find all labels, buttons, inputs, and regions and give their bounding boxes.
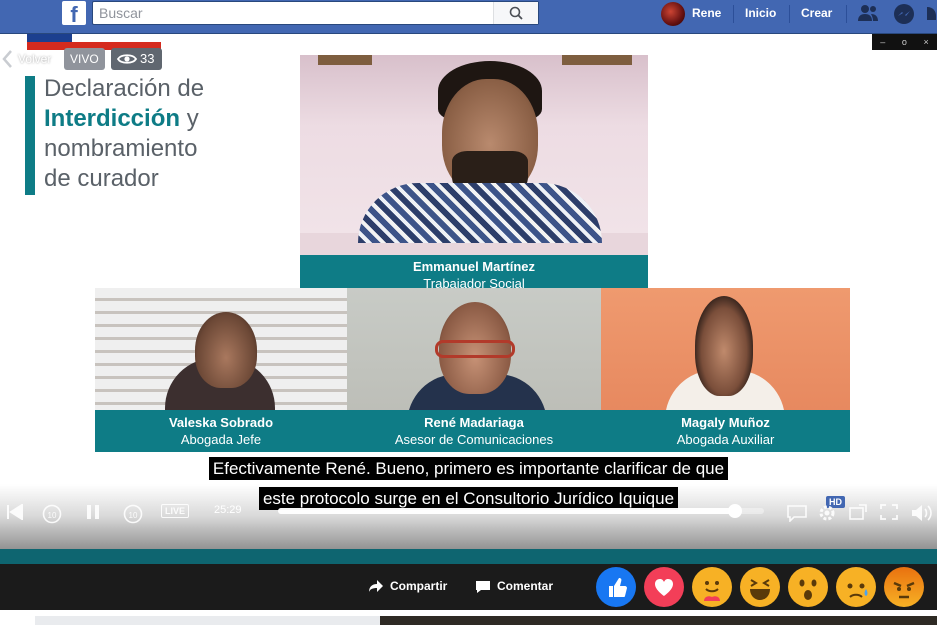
- panelist-caption: Valeska Sobrado Abogada Jefe: [95, 410, 347, 452]
- post-action-bar: Compartir Comentar: [0, 564, 937, 610]
- restore-icon[interactable]: o: [902, 37, 907, 47]
- close-icon[interactable]: ×: [923, 37, 928, 47]
- rewind-10-icon[interactable]: 10: [41, 504, 63, 529]
- love-icon[interactable]: [644, 567, 684, 607]
- comment-label: Comentar: [497, 579, 554, 593]
- nav-divider: [733, 5, 734, 23]
- search-input[interactable]: [99, 4, 489, 22]
- top-navigation-bar: f Rene Inicio Crear: [0, 0, 937, 34]
- viewer-count-badge: 33: [111, 48, 162, 70]
- nav-divider: [846, 5, 847, 23]
- wow-icon[interactable]: [788, 567, 828, 607]
- panelist-camera: Valeska Sobrado Abogada Jefe: [95, 288, 347, 452]
- viewer-count: 33: [140, 51, 155, 66]
- back-button[interactable]: Volver: [0, 48, 60, 70]
- comment-icon: [476, 581, 490, 593]
- eye-icon: [117, 54, 137, 64]
- angry-icon[interactable]: [884, 567, 924, 607]
- elapsed-time: 25:29: [214, 504, 242, 516]
- chevron-left-icon: [2, 50, 12, 68]
- captions-icon[interactable]: [786, 504, 808, 527]
- panelist-camera: René Madariaga Asesor de Comunicaciones: [347, 288, 601, 452]
- live-button[interactable]: LIVE: [161, 504, 190, 518]
- search-icon: [509, 6, 523, 20]
- slide-title-line: Declaración de: [44, 75, 205, 102]
- user-avatar[interactable]: [661, 2, 685, 26]
- settings-gear-icon[interactable]: [818, 504, 836, 527]
- panelist-caption: Magaly Muñoz Abogada Auxiliar: [601, 410, 850, 452]
- like-icon[interactable]: [596, 567, 636, 607]
- page-bottom-strip: [0, 610, 937, 625]
- video-bottom-strip: [0, 549, 937, 564]
- main-speaker-name: Emmanuel Martínez: [412, 259, 536, 274]
- volume-icon[interactable]: [911, 504, 933, 527]
- panelist-camera: Magaly Muñoz Abogada Auxiliar: [601, 288, 850, 452]
- slide-title-strong: Interdicción: [44, 105, 181, 132]
- panelist-role: Abogada Auxiliar: [676, 432, 775, 447]
- messenger-icon[interactable]: [893, 3, 915, 30]
- slide-title-line: nombramiento: [44, 135, 198, 162]
- nav-divider: [789, 5, 790, 23]
- back-label: Volver: [18, 52, 52, 66]
- main-speaker-camera: Emmanuel Martínez Trabajador Social: [300, 55, 648, 297]
- video-player[interactable]: Volver VIVO 33 – o × Declaración de Inte…: [0, 34, 937, 564]
- svg-text:10: 10: [48, 511, 57, 520]
- slide-title-rest: y: [180, 105, 199, 132]
- facebook-logo-icon[interactable]: f: [62, 1, 86, 25]
- care-icon[interactable]: [692, 567, 732, 607]
- slide-title-accent: [25, 76, 35, 195]
- minimize-icon[interactable]: –: [880, 37, 885, 47]
- fullscreen-icon[interactable]: [880, 504, 898, 525]
- forward-10-icon[interactable]: 10: [122, 504, 144, 529]
- home-link[interactable]: Inicio: [745, 6, 776, 20]
- share-label: Compartir: [390, 579, 448, 593]
- pause-icon[interactable]: [86, 504, 100, 525]
- panelist-name: Magaly Muñoz: [681, 415, 770, 430]
- search-box[interactable]: [92, 1, 539, 25]
- profile-link[interactable]: Rene: [692, 6, 721, 20]
- progress-knob[interactable]: [727, 504, 742, 518]
- panelist-name: Valeska Sobrado: [168, 415, 274, 430]
- slide-title-line: Interdicción y: [44, 104, 204, 134]
- glasses: [435, 340, 515, 358]
- haha-icon[interactable]: [740, 567, 780, 607]
- panelist-role: Abogada Jefe: [180, 432, 262, 447]
- progress-fill: [278, 508, 735, 514]
- create-link[interactable]: Crear: [801, 6, 832, 20]
- panelist-caption: René Madariaga Asesor de Comunicaciones: [347, 410, 601, 452]
- share-icon: [369, 580, 383, 592]
- popout-icon[interactable]: [849, 504, 867, 525]
- sad-icon[interactable]: [836, 567, 876, 607]
- panelist-row: Valeska Sobrado Abogada Jefe René Madari…: [95, 288, 850, 452]
- slide-title: Declaración de Interdicción y nombramien…: [44, 74, 204, 194]
- live-badge: VIVO: [64, 48, 105, 70]
- slide-title-line: de curador: [44, 165, 159, 192]
- svg-text:10: 10: [129, 511, 138, 520]
- friends-icon[interactable]: [857, 3, 879, 28]
- notifications-icon[interactable]: [927, 3, 937, 30]
- skip-back-icon[interactable]: [6, 503, 24, 525]
- window-controls: – o ×: [872, 34, 937, 50]
- search-button[interactable]: [493, 2, 538, 24]
- progress-bar[interactable]: [278, 504, 764, 518]
- panelist-role: Asesor de Comunicaciones: [394, 432, 554, 447]
- subtitle-line: Efectivamente René. Bueno, primero es im…: [0, 455, 937, 483]
- panelist-name: René Madariaga: [424, 415, 524, 430]
